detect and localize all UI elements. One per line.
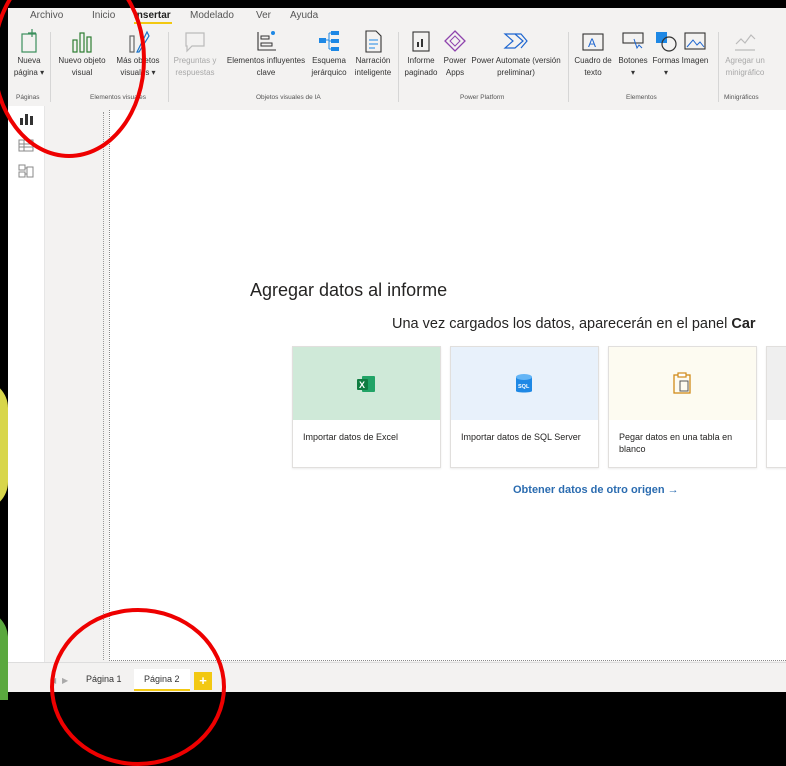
bar-chart-icon (72, 32, 92, 53)
report-page[interactable]: Agregar datos al informe Una vez cargado… (109, 110, 786, 661)
image-icon (684, 32, 706, 50)
buttons-button[interactable]: Botones ▾ (616, 28, 650, 78)
new-page-icon (21, 29, 37, 53)
card-header (767, 347, 786, 420)
excel-icon: X (357, 376, 375, 392)
background-decoration (0, 610, 8, 700)
ribbon-separator (168, 32, 169, 102)
menu-ayuda[interactable]: Ayuda (290, 10, 318, 21)
menu-archivo[interactable]: Archivo (30, 10, 63, 21)
group-label-elements: Elementos (626, 94, 657, 101)
group-label-power-platform: Power Platform (460, 94, 505, 101)
more-visuals-icon (129, 30, 150, 53)
page-tab-bar: ◀ ▶ Página 1 Página 2 + (8, 662, 786, 692)
canvas-guide-line (103, 112, 104, 660)
ribbon-separator (718, 32, 719, 102)
svg-text:X: X (359, 380, 365, 390)
page-title: Agregar datos al informe (250, 280, 448, 300)
card-header: X (293, 347, 440, 420)
card-header: SQL (451, 347, 598, 420)
svg-text:A: A (588, 36, 596, 50)
tab-prev-arrow[interactable]: ◀ (50, 676, 56, 685)
report-canvas[interactable]: Agregar datos al informe Una vez cargado… (45, 106, 786, 662)
tab-next-arrow[interactable]: ▶ (62, 676, 68, 685)
power-apps-icon (444, 30, 466, 52)
group-label-ai: Objetos visuales de IA (256, 94, 321, 101)
menu-modelado[interactable]: Modelado (190, 10, 234, 21)
background-decoration (0, 380, 8, 510)
paginated-report-icon (412, 31, 430, 52)
menu-inicio[interactable]: Inicio (92, 10, 115, 21)
sql-icon: SQL (516, 374, 532, 393)
speech-bubble-icon (185, 32, 205, 53)
group-label-pages: Páginas (16, 94, 40, 101)
view-switcher (8, 106, 45, 662)
ribbon: Nueva página ▾ Nuevo objeto visual Más o… (8, 24, 786, 107)
more-sources-card[interactable] (766, 346, 786, 468)
menu-ver[interactable]: Ver (256, 10, 271, 21)
power-bi-window: Archivo Inicio Insertar Modelado Ver Ayu… (8, 8, 786, 692)
image-button[interactable]: Imagen (680, 28, 710, 66)
text-box-icon: A (582, 33, 604, 51)
key-influencers-icon (257, 31, 276, 51)
import-sql-card[interactable]: SQL Importar datos de SQL Server (450, 346, 599, 468)
card-label: Importar datos de Excel (303, 432, 399, 442)
clipboard-icon (673, 372, 691, 394)
buttons-icon (622, 32, 644, 50)
card-header (609, 347, 756, 420)
decomposition-tree-button[interactable]: Esquema jerárquico (308, 28, 350, 78)
tab-pagina-1[interactable]: Página 1 (76, 669, 132, 689)
group-label-sparklines: Minigráficos (724, 94, 759, 101)
other-source-link[interactable]: Obtener datos de otro origen → (513, 484, 679, 496)
import-excel-card[interactable]: X Importar datos de Excel (292, 346, 441, 468)
new-visual-button[interactable]: Nuevo objeto visual (54, 28, 110, 78)
add-page-button[interactable]: + (194, 672, 212, 690)
group-label-visuals: Elementos visuales (90, 94, 146, 101)
menu-insertar[interactable]: Insertar (134, 10, 171, 21)
paste-data-card[interactable]: Pegar datos en una tabla en blanco (608, 346, 757, 468)
more-visuals-button[interactable]: Más objetos visuales ▾ (112, 28, 164, 78)
svg-text:SQL: SQL (518, 384, 530, 390)
shapes-icon (656, 32, 677, 52)
new-page-button[interactable]: Nueva página ▾ (12, 28, 46, 78)
add-sparkline-button[interactable]: Agregar un minigráfico (722, 28, 768, 78)
menu-bar: Archivo Inicio Insertar Modelado Ver Ayu… (8, 8, 786, 24)
shapes-button[interactable]: Formas ▾ (652, 28, 680, 78)
smart-narrative-icon (365, 30, 382, 53)
qa-button[interactable]: Preguntas y respuestas (170, 28, 220, 78)
tab-pagina-2[interactable]: Página 2 (134, 669, 190, 691)
report-view-icon[interactable] (18, 112, 34, 126)
model-view-icon[interactable] (18, 164, 34, 178)
text-box-button[interactable]: A Cuadro de texto (572, 28, 614, 78)
power-automate-icon (503, 33, 528, 49)
smart-narrative-button[interactable]: Narración inteligente (352, 28, 394, 78)
ribbon-separator (50, 32, 51, 102)
card-label: Pegar datos en una tabla en blanco (619, 432, 733, 454)
page-subtitle: Una vez cargados los datos, aparecerán e… (392, 316, 756, 332)
ribbon-separator (568, 32, 569, 102)
paginated-report-button[interactable]: Informe paginado (402, 28, 440, 78)
key-influencers-button[interactable]: Elementos influyentes clave (226, 28, 306, 78)
card-label: Importar datos de SQL Server (461, 432, 581, 442)
decomposition-tree-icon (319, 31, 339, 51)
data-view-icon[interactable] (18, 138, 34, 152)
ribbon-separator (398, 32, 399, 102)
power-apps-button[interactable]: Power Apps (442, 28, 468, 78)
power-automate-button[interactable]: Power Automate (versión preliminar) (470, 28, 562, 78)
sparkline-icon (735, 34, 756, 51)
